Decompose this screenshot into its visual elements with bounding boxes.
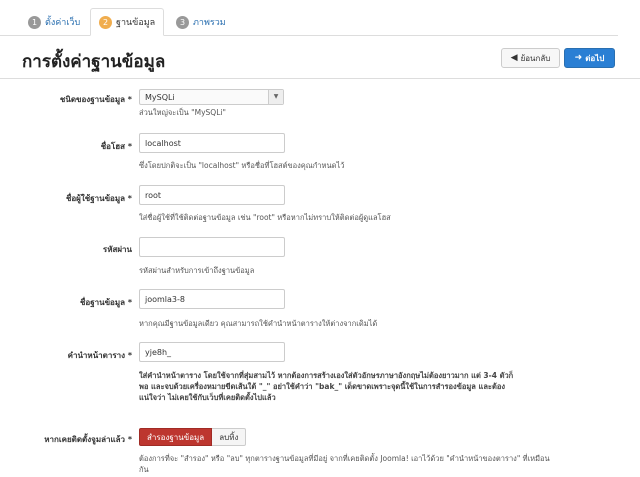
step-number: 1 — [28, 15, 41, 29]
prefix-help-line: ใส่คำนำหน้าตาราง โดยใช้จากที่สุ่มสามไว้ … — [139, 371, 514, 380]
host-help: ซึ่งโดยปกติจะเป็น "localhost" หรือชื่อที… — [139, 161, 345, 170]
db-name-value: joomla3-8 — [145, 294, 185, 304]
old-db-label: หากเคยติดตั้งจูมล่าแล้ว * — [44, 435, 132, 444]
header-divider — [0, 78, 640, 79]
tab-label: ตั้งค่าเว็บ — [45, 18, 81, 28]
db-type-label: ชนิดของฐานข้อมูล * — [59, 95, 132, 104]
db-type-help: ส่วนใหญ่จะเป็น "MySQLi" — [139, 108, 226, 117]
tab-label: ฐานข้อมูล — [116, 18, 156, 28]
next-button[interactable]: ➜ ต่อไป — [564, 48, 615, 68]
host-input[interactable]: localhost — [139, 133, 285, 153]
tab-label: ภาพรวม — [193, 18, 226, 28]
username-value: root — [145, 190, 162, 200]
old-db-action-group: สำรองฐานข้อมูล ลบทิ้ง — [139, 428, 247, 446]
username-help: ใส่ชื่อผู้ใช้ที่ใช้ติดต่อฐานข้อมูล เช่น … — [139, 213, 391, 222]
db-name-help: หากคุณมีฐานข้อมูลเดียว คุณสามารถใช้คำนำห… — [139, 319, 378, 328]
previous-button[interactable]: ◀ ย้อนกลับ — [501, 48, 560, 68]
db-name-input[interactable]: joomla3-8 — [139, 289, 285, 309]
step-number: 2 — [99, 15, 112, 29]
prefix-help-line: พอ และจบด้วยเครื่องหมายขีดเส้นใต้ "_" อย… — [139, 382, 505, 391]
chevron-down-icon: ▼ — [268, 90, 283, 104]
password-input[interactable] — [139, 237, 285, 257]
db-name-label: ชื่อฐานข้อมูล * — [79, 298, 132, 307]
arrow-left-icon: ◀ — [510, 53, 518, 63]
host-label: ชื่อโฮส * — [100, 142, 132, 151]
prefix-help: ใส่คำนำหน้าตาราง โดยใช้จากที่สุ่มสามไว้ … — [139, 370, 629, 403]
delete-button[interactable]: ลบทิ้ง — [212, 428, 247, 446]
old-db-help: ต้องการที่จะ "สำรอง" หรือ "ลบ" ทุกตารางฐ… — [139, 453, 629, 475]
prefix-value: yje8h_ — [145, 347, 172, 357]
backup-button[interactable]: สำรองฐานข้อมูล — [139, 428, 213, 446]
db-type-select[interactable]: MySQLi ▼ — [139, 89, 284, 105]
tab-site-config[interactable]: 1 ตั้งค่าเว็บ — [28, 8, 80, 36]
username-label: ชื่อผู้ใช้ฐานข้อมูล * — [65, 194, 132, 203]
db-type-value: MySQLi — [145, 92, 175, 102]
password-label: รหัสผ่าน — [102, 245, 132, 254]
password-help: รหัสผ่านสำหรับการเข้าถึงฐานข้อมูล — [139, 266, 255, 275]
wizard-tabs: 1 ตั้งค่าเว็บ 2 ฐานข้อมูล 3 ภาพรวม — [22, 8, 622, 36]
host-value: localhost — [145, 138, 181, 148]
page-title: การตั้งค่าฐานข้อมูล — [22, 52, 166, 72]
tab-database[interactable]: 2 ฐานข้อมูล — [90, 8, 165, 36]
previous-button-label: ย้อนกลับ — [520, 53, 551, 63]
arrow-right-icon: ➜ — [574, 53, 583, 63]
prefix-input[interactable]: yje8h_ — [139, 342, 285, 362]
tab-overview[interactable]: 3 ภาพรวม — [176, 8, 226, 36]
step-number: 3 — [176, 15, 189, 29]
next-button-label: ต่อไป — [585, 53, 605, 63]
old-db-help-line: กัน — [139, 465, 149, 474]
prefix-help-line: แน่ใจว่า ไม่เคยใช้กับเว็บที่เคยติดตั้งไป… — [139, 393, 276, 402]
username-input[interactable]: root — [139, 185, 285, 205]
prefix-label: คำนำหน้าตาราง * — [67, 351, 132, 360]
old-db-help-line: ต้องการที่จะ "สำรอง" หรือ "ลบ" ทุกตารางฐ… — [139, 454, 550, 463]
